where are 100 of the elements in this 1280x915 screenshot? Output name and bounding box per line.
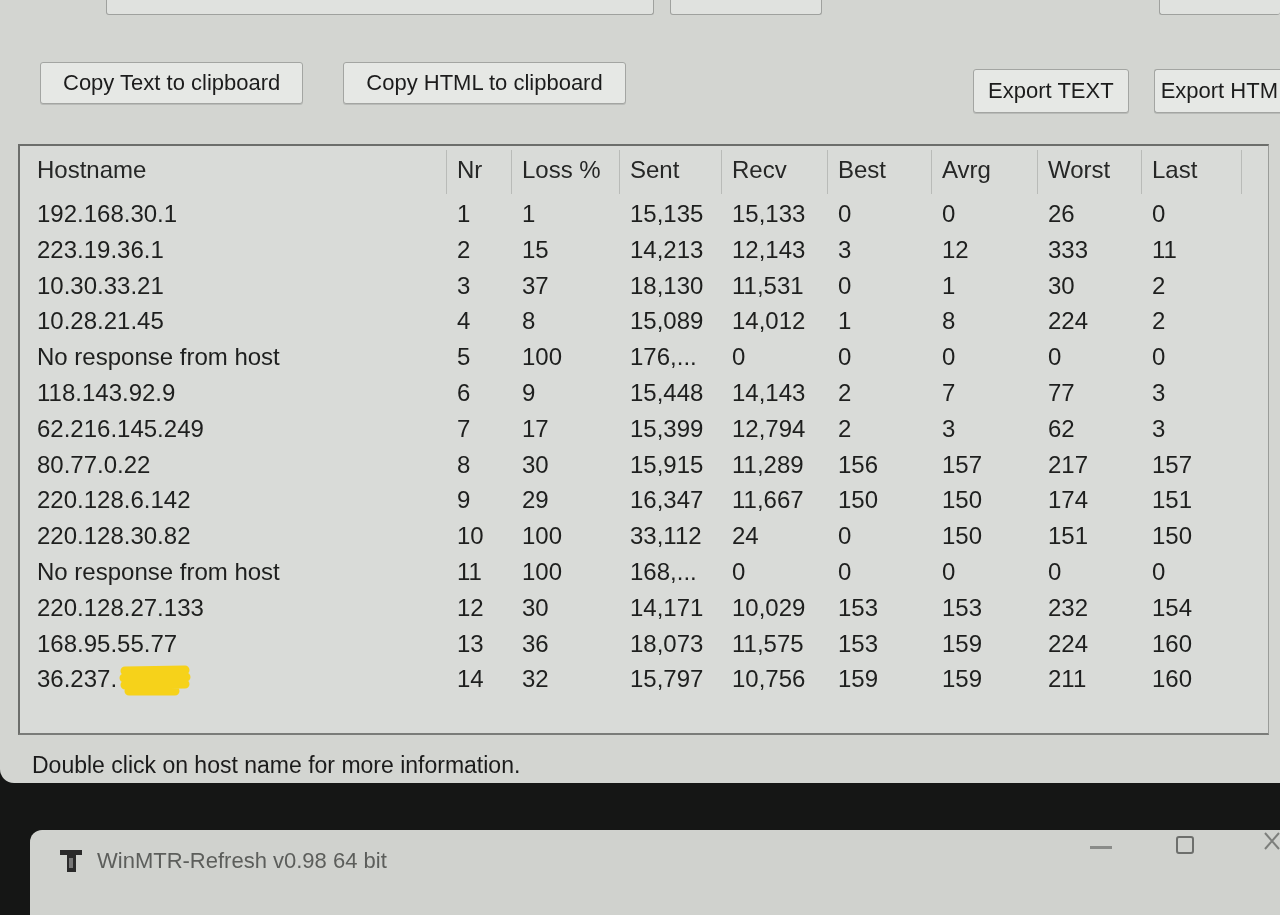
table-cell-text: 0 <box>1151 342 1167 373</box>
column-header[interactable]: Sent <box>620 149 722 194</box>
table-cell-text: 0 <box>731 342 747 373</box>
table-cell-text: 15,448 <box>629 377 705 408</box>
maximize-icon[interactable] <box>1176 836 1194 854</box>
table-cell-text: 150 <box>837 485 880 516</box>
table-cell-text: 211 <box>1047 664 1088 695</box>
table-cell-text: 7 <box>456 413 472 444</box>
button-edge[interactable] <box>1159 0 1280 15</box>
table-cell-text: 15,915 <box>629 449 705 480</box>
table-cell-text: 12 <box>941 234 970 265</box>
table-cell-text: 6 <box>456 377 472 408</box>
table-cell-text: 1 <box>521 198 537 229</box>
table-cell-text: 14 <box>456 664 485 695</box>
hostname-text[interactable]: 62.216.145.249 <box>37 410 204 447</box>
hostname-text[interactable]: 36.237. <box>37 661 118 698</box>
column-header[interactable]: Last <box>1142 149 1242 194</box>
table-cell-text: 30 <box>521 592 550 623</box>
table-cell-text: 10,029 <box>731 592 807 623</box>
table-cell-text: 11 <box>456 556 483 587</box>
app-icon[interactable] <box>60 850 82 872</box>
hostname-text[interactable]: 10.28.21.45 <box>37 303 164 340</box>
export-button[interactable]: Export TEXT <box>973 68 1129 113</box>
column-header[interactable]: Nr <box>447 149 512 194</box>
table-cell-text: 10,756 <box>731 664 807 695</box>
table-cell-text: 2 <box>837 377 853 408</box>
hostname-text[interactable]: 10.30.33.21 <box>37 267 164 304</box>
table-cell-text: 154 <box>1151 592 1194 623</box>
hostname-text[interactable]: 80.77.0.22 <box>37 446 151 483</box>
table-cell-text: 10 <box>456 521 485 552</box>
column-header[interactable]: Avrg <box>932 149 1038 194</box>
table-cell-text: 0 <box>1151 198 1167 229</box>
hostname-text[interactable]: No response from host <box>37 339 280 375</box>
button-edge[interactable] <box>670 0 822 15</box>
table-cell-text: 157 <box>941 449 984 480</box>
table-cell-text: 9 <box>521 377 537 408</box>
table-cell-text: 174 <box>1047 485 1090 516</box>
status-text: Double click on host name for more information. <box>32 752 521 778</box>
close-icon[interactable] <box>1264 832 1280 850</box>
hostname-text[interactable]: 220.128.30.82 <box>37 518 191 554</box>
hostname-text[interactable]: 220.128.6.142 <box>37 482 191 519</box>
hostname-text[interactable]: 223.19.36.1 <box>37 231 164 268</box>
column-header[interactable]: Worst <box>1038 149 1142 194</box>
table-cell-text: 150 <box>941 521 984 552</box>
table-cell-text: 3 <box>941 413 957 444</box>
table-cell-text: 7 <box>941 377 957 408</box>
table-cell-text: 2 <box>456 234 472 265</box>
table-cell-text: 8 <box>521 306 537 337</box>
hostname-text[interactable]: 192.168.30.1 <box>37 195 178 232</box>
table-cell-text: 4 <box>456 306 472 337</box>
table-cell-text: 217 <box>1047 449 1090 480</box>
table-cell-text: 0 <box>837 556 853 587</box>
table-cell-text: 157 <box>1151 449 1194 480</box>
table-cell-text: 11,531 <box>731 270 805 301</box>
column-header[interactable]: Loss % <box>512 149 620 194</box>
column-header[interactable]: Recv <box>722 149 828 194</box>
table-cell-text: 1 <box>456 198 472 229</box>
export-button[interactable]: Export HTM <box>1153 68 1280 113</box>
hostname-text[interactable]: 118.143.92.9 <box>37 374 176 411</box>
table-cell-text: 33,112 <box>629 521 703 552</box>
table-cell-text: 11,575 <box>731 628 805 659</box>
table-cell-text: 24 <box>731 521 760 552</box>
table-cell-text: 30 <box>1047 270 1076 301</box>
button-edge[interactable] <box>106 0 654 15</box>
table-cell-text: 14,012 <box>731 306 807 337</box>
table-cell-text: 224 <box>1047 306 1090 337</box>
table-cell-text: 2 <box>837 413 853 444</box>
hostname-text[interactable]: 220.128.27.133 <box>37 589 204 626</box>
table-cell-text: 159 <box>837 664 880 695</box>
table-cell-text: 156 <box>837 449 880 480</box>
table-cell-text: 100 <box>521 556 564 587</box>
table-cell-text: 11 <box>1151 234 1178 265</box>
table-cell-text: 15,133 <box>731 198 807 229</box>
copy-button[interactable]: Copy Text to clipboard <box>40 61 304 104</box>
table-cell-text: 14,171 <box>629 592 705 623</box>
table-cell-text: 151 <box>1047 521 1090 552</box>
minimize-icon[interactable] <box>1090 846 1112 849</box>
table-cell-text: 0 <box>837 342 853 373</box>
table-cell-text: 0 <box>837 521 853 552</box>
table-cell-text: 11,289 <box>731 449 805 480</box>
table-cell-text: 333 <box>1047 234 1090 265</box>
table-cell-text: 3 <box>837 234 853 265</box>
table-cell-text: 0 <box>941 556 957 587</box>
table-cell-text: 1 <box>837 306 853 337</box>
table-cell-text: 17 <box>521 413 550 444</box>
column-header[interactable]: Hostname <box>27 149 447 194</box>
hostname-text[interactable]: No response from host <box>37 553 280 590</box>
column-header[interactable]: Best <box>828 149 932 194</box>
table-cell-text: 0 <box>941 198 957 229</box>
table-cell-text: 3 <box>456 270 472 301</box>
table-cell-text: 160 <box>1151 628 1194 659</box>
table-cell-text: 2 <box>1151 270 1167 301</box>
copy-button[interactable]: Copy HTML to clipboard <box>343 61 626 104</box>
table-cell-text: 30 <box>521 449 550 480</box>
table-cell-text: 37 <box>521 270 550 301</box>
table-cell-text: 9 <box>456 485 472 516</box>
window-title: WinMTR-Refresh v0.98 64 bit <box>97 848 387 874</box>
table-cell-text: 0 <box>731 556 747 587</box>
table-cell-text: 2 <box>1151 306 1167 337</box>
hostname-text[interactable]: 168.95.55.77 <box>37 625 178 662</box>
